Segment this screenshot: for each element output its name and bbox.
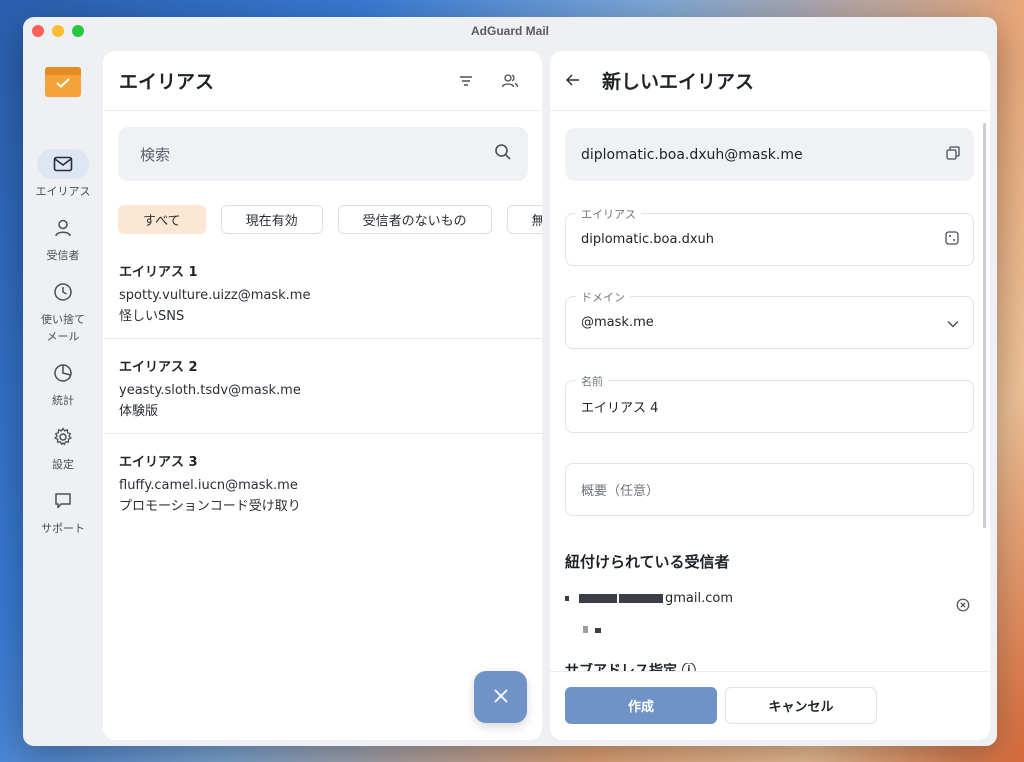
detail-title: 新しいエイリアス — [602, 71, 755, 93]
recipients-section-title: 紐付けられている受信者 — [565, 553, 730, 571]
gear-icon — [37, 422, 89, 452]
alias-address: yeasty.sloth.tsdv@mask.me — [119, 383, 301, 398]
list-item[interactable]: エイリアス 1 spotty.vulture.uizz@mask.me 怪しいS… — [103, 261, 542, 327]
sidebar-item-disposable[interactable]: 使い捨て メール — [23, 277, 103, 345]
sidebar-nav: エイリアス 受信者 使い捨て メール 統計 設定 サポート — [23, 45, 103, 745]
generated-address: diplomatic.boa.dxuh@mask.me — [565, 128, 974, 181]
pie-chart-icon — [37, 358, 89, 388]
search-placeholder: 検索 — [140, 145, 171, 164]
sidebar-item-support[interactable]: サポート — [23, 486, 103, 537]
chip-disabled[interactable]: 無 — [506, 205, 542, 234]
alias-name: エイリアス 2 — [119, 360, 198, 375]
remove-recipient-icon[interactable] — [956, 597, 970, 616]
name-field-label: 名前 — [576, 373, 608, 389]
close-window-button[interactable] — [32, 25, 44, 37]
app-logo-icon — [45, 67, 81, 97]
clock-icon — [37, 277, 89, 307]
chat-bubble-icon — [37, 486, 89, 516]
list-divider — [103, 338, 542, 339]
alias-field[interactable]: エイリアス diplomatic.boa.dxuh — [565, 206, 974, 266]
redacted-pixels — [565, 594, 665, 603]
scrollbar[interactable] — [983, 123, 986, 528]
alias-note: プロモーションコード受け取り — [119, 499, 301, 514]
recipient-email: gmail.com — [565, 591, 974, 606]
sidebar-item-label: エイリアス — [35, 185, 91, 198]
sidebar-item-stats[interactable]: 統計 — [23, 358, 103, 409]
window-controls — [32, 25, 84, 37]
filter-icon[interactable] — [450, 65, 482, 97]
alias-list-panel: エイリアス 検索 すべて 現在有効 受信者のないもの 無 エイリアス 1 spo… — [103, 51, 542, 740]
regenerate-icon[interactable] — [945, 230, 959, 249]
alias-name: エイリアス 1 — [119, 265, 198, 280]
alias-note: 怪しいSNS — [119, 309, 185, 324]
alias-address: fluffy.camel.iucn@mask.me — [119, 478, 298, 493]
page-title: エイリアス — [119, 71, 215, 93]
alias-field-label: エイリアス — [576, 206, 641, 222]
generated-address-value: diplomatic.boa.dxuh@mask.me — [581, 146, 803, 163]
sidebar-item-recipients[interactable]: 受信者 — [23, 213, 103, 264]
redacted-pixels — [583, 618, 974, 637]
sidebar-item-label: 受信者 — [46, 249, 80, 262]
cut-off-section-title: サブアドレス指定 ⓘ — [565, 663, 696, 671]
close-form-button[interactable] — [474, 671, 527, 723]
sidebar-item-label-line2: メール — [46, 330, 80, 343]
description-placeholder: 概要（任意） — [581, 484, 660, 499]
search-icon[interactable] — [494, 143, 512, 165]
cancel-button[interactable]: キャンセル — [725, 687, 877, 724]
alias-address: spotty.vulture.uizz@mask.me — [119, 288, 311, 303]
sidebar-item-label: 統計 — [52, 394, 74, 407]
chip-no-recipient[interactable]: 受信者のないもの — [337, 205, 492, 234]
alias-name: エイリアス 3 — [119, 455, 198, 470]
sidebar-item-label: 使い捨て メール — [28, 311, 98, 345]
filter-chips: すべて 現在有効 受信者のないもの 無 — [118, 205, 542, 234]
chip-active[interactable]: 現在有効 — [220, 205, 323, 234]
sidebar-item-label: サポート — [41, 522, 85, 535]
search-input[interactable]: 検索 — [118, 127, 528, 181]
list-header: エイリアス — [103, 51, 542, 111]
chip-all[interactable]: すべて — [118, 205, 206, 234]
close-icon — [493, 688, 508, 707]
maximize-window-button[interactable] — [72, 25, 84, 37]
name-field[interactable]: 名前 エイリアス 4 — [565, 373, 974, 433]
app-window: AdGuard Mail エイリアス 受信者 使い捨て メール 統計 設定 サポ… — [23, 17, 997, 746]
name-field-value: エイリアス 4 — [581, 401, 659, 416]
sidebar-item-settings[interactable]: 設定 — [23, 422, 103, 473]
sidebar-item-label-line1: 使い捨て — [41, 313, 85, 326]
list-item[interactable]: エイリアス 3 fluffy.camel.iucn@mask.me プロモーショ… — [103, 451, 542, 517]
description-field[interactable]: 概要（任意） — [565, 463, 974, 516]
detail-header: 新しいエイリアス — [550, 51, 990, 111]
window-title: AdGuard Mail — [470, 24, 549, 38]
domain-field-value: @mask.me — [581, 315, 654, 330]
create-button[interactable]: 作成 — [565, 687, 717, 724]
recipient-row: gmail.com — [565, 591, 974, 637]
domain-select[interactable]: ドメイン @mask.me — [565, 289, 974, 349]
list-item[interactable]: エイリアス 2 yeasty.sloth.tsdv@mask.me 体験版 — [103, 356, 542, 422]
copy-icon[interactable] — [946, 145, 960, 164]
mail-icon — [37, 149, 89, 179]
sidebar-item-aliases[interactable]: エイリアス — [23, 149, 103, 200]
new-alias-panel: 新しいエイリアス diplomatic.boa.dxuh@mask.me エイリ… — [550, 51, 990, 740]
domain-field-label: ドメイン — [576, 289, 630, 305]
title-bar: AdGuard Mail — [23, 17, 997, 45]
minimize-window-button[interactable] — [52, 25, 64, 37]
alias-field-value: diplomatic.boa.dxuh — [581, 232, 715, 247]
recipient-email-domain: gmail.com — [665, 591, 734, 606]
chevron-down-icon — [947, 313, 959, 332]
form-footer: 作成 キャンセル — [550, 671, 990, 740]
person-icon — [37, 213, 89, 243]
sidebar-item-label: 設定 — [52, 458, 74, 471]
list-divider — [103, 433, 542, 434]
recipients-icon[interactable] — [494, 65, 526, 97]
alias-note: 体験版 — [119, 404, 159, 419]
back-arrow-icon[interactable] — [565, 71, 580, 90]
